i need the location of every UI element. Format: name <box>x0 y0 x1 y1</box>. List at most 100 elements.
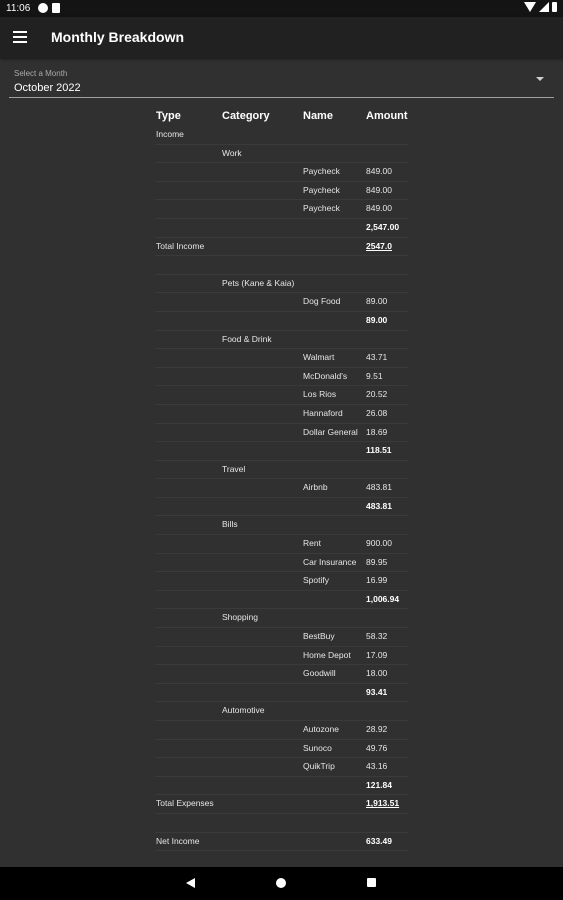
cell-name: Walmart <box>303 352 335 363</box>
wifi-icon <box>524 2 536 12</box>
table-row: 483.81 <box>155 498 408 517</box>
table-row: Income <box>155 126 408 145</box>
table-row: Car Insurance 89.95 <box>155 554 408 573</box>
cell-name: Los Rios <box>303 389 337 400</box>
cell-amount: 89.00 <box>366 296 388 307</box>
cell-amount: 1,913.51 <box>366 798 400 809</box>
table-header: Type Category Name Amount <box>155 106 408 126</box>
table-row: Spotify 16.99 <box>155 572 408 591</box>
cell-amount: 16.99 <box>366 575 388 586</box>
cell-amount: 900.00 <box>366 538 392 549</box>
cell-name: Dog Food <box>303 296 341 307</box>
cell-amount: 93.41 <box>366 686 388 697</box>
cell-amount: 49.76 <box>366 742 388 753</box>
cell-amount: 18.69 <box>366 426 388 437</box>
cell-amount: 28.92 <box>366 724 388 734</box>
hamburger-menu-icon[interactable] <box>13 31 27 43</box>
table-row: Walmart 43.71 <box>155 349 408 368</box>
cell-name: Airbnb <box>303 482 328 493</box>
month-select[interactable]: Select a Month October 2022 <box>9 67 554 98</box>
table-row: Paycheck 849.00 <box>155 200 408 219</box>
header-name: Name <box>303 110 333 122</box>
table-row: Hannaford 26.08 <box>155 405 408 424</box>
cell-name: QuikTrip <box>303 761 335 772</box>
cell-amount: 483.81 <box>366 500 392 511</box>
cell-amount: 9.51 <box>366 370 383 381</box>
battery-icon <box>552 2 557 12</box>
cell-name: McDonald's <box>303 370 348 381</box>
cell-name: Rent <box>303 538 321 549</box>
cell-name: Hannaford <box>303 407 343 418</box>
cell-amount: 18.00 <box>366 668 388 679</box>
sim-icon <box>52 3 60 13</box>
cell-amount: 89.00 <box>366 314 388 325</box>
recents-icon[interactable] <box>367 878 376 887</box>
notification-icon <box>38 3 48 13</box>
cell-name: Dollar General <box>303 426 358 437</box>
cell-amount: 2547.0 <box>366 240 392 251</box>
signal-icon <box>539 2 549 12</box>
table-row <box>155 814 408 833</box>
table-row: Rent 900.00 <box>155 535 408 554</box>
header-type: Type <box>156 110 181 122</box>
table-row: Los Rios 20.52 <box>155 386 408 405</box>
table-row: Paycheck 849.00 <box>155 163 408 182</box>
table-row: 89.00 <box>155 312 408 331</box>
table-row: Dog Food 89.00 <box>155 293 408 312</box>
cell-amount: 849.00 <box>366 184 392 195</box>
cell-amount: 17.09 <box>366 649 388 660</box>
header-amount: Amount <box>366 110 408 122</box>
table-row: BestBuy 58.32 <box>155 628 408 647</box>
status-time: 11:06 <box>6 3 31 14</box>
table-row: Bills <box>155 516 408 536</box>
table-row: Total Income 2547.0 <box>155 238 408 257</box>
table-row: McDonald's 9.51 <box>155 368 408 387</box>
cell-category: Shopping <box>222 612 258 623</box>
table-row: 93.41 <box>155 684 408 703</box>
cell-name: Autozone <box>303 724 339 734</box>
table-row: 118.51 <box>155 442 408 461</box>
cell-name: Home Depot <box>303 649 351 660</box>
table-row: Net Income 633.49 <box>155 833 408 852</box>
cell-type: Total Expenses <box>156 798 214 809</box>
month-select-value[interactable]: October 2022 <box>14 82 81 94</box>
table-row: Total Expenses 1,913.51 <box>155 795 408 814</box>
table-row: QuikTrip 43.16 <box>155 758 408 777</box>
table-row: Dollar General 18.69 <box>155 424 408 443</box>
dropdown-arrow-icon[interactable] <box>536 77 544 81</box>
table-row: 121.84 <box>155 777 408 796</box>
cell-category: Pets (Kane & Kaia) <box>222 277 295 288</box>
cell-amount: 633.49 <box>366 835 392 846</box>
cell-amount: 26.08 <box>366 407 388 418</box>
table-row <box>155 256 408 275</box>
table-row: 2,547.00 <box>155 219 408 238</box>
cell-category: Work <box>222 147 242 158</box>
cell-amount: 118.51 <box>366 445 392 456</box>
cell-name: Car Insurance <box>303 556 357 567</box>
cell-type: Net Income <box>156 835 200 846</box>
cell-type: Total Income <box>156 240 205 251</box>
cell-amount: 1,006.94 <box>366 593 400 604</box>
cell-category: Food & Drink <box>222 333 272 344</box>
cell-amount: 43.71 <box>366 352 388 363</box>
back-icon[interactable] <box>186 878 195 888</box>
status-bar: 11:06 <box>0 0 563 17</box>
table-row: Pets (Kane & Kaia) <box>155 275 408 294</box>
cell-category: Automotive <box>222 705 265 716</box>
cell-amount: 89.95 <box>366 556 388 567</box>
cell-amount: 20.52 <box>366 389 388 400</box>
cell-name: Paycheck <box>303 184 340 195</box>
table-row: Food & Drink <box>155 331 408 350</box>
cell-amount: 121.84 <box>366 779 392 790</box>
notification-icons <box>38 3 60 13</box>
table-row: Shopping <box>155 609 408 629</box>
cell-name: Spotify <box>303 575 329 586</box>
table-row: Sunoco 49.76 <box>155 740 408 759</box>
cell-amount: 483.81 <box>366 482 392 493</box>
cell-category: Bills <box>222 519 238 530</box>
home-icon[interactable] <box>276 878 286 888</box>
breakdown-table: Type Category Name Amount Income Work Payc… <box>155 106 408 852</box>
header-category: Category <box>222 110 270 122</box>
cell-name: Paycheck <box>303 166 340 177</box>
cell-amount: 43.16 <box>366 761 388 772</box>
